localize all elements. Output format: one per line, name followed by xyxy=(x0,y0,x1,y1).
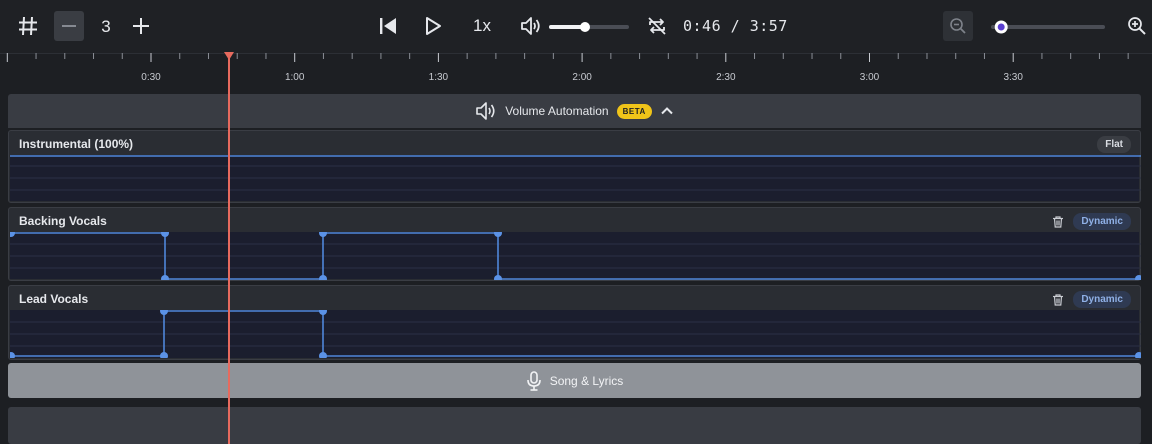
dynamic-mode-badge[interactable]: Dynamic xyxy=(1073,291,1131,308)
time-display: 0:46 / 3:57 xyxy=(683,17,788,35)
automation-lane-backing-vocals: Backing Vocals Dynamic xyxy=(7,207,1143,283)
plus-icon xyxy=(133,18,149,34)
volume-slider[interactable] xyxy=(549,20,631,34)
curve-point[interactable] xyxy=(319,352,327,360)
ruler-tick-label: 1:00 xyxy=(284,72,305,83)
decrease-button[interactable] xyxy=(54,11,84,41)
timeline-ruler[interactable]: 0:30 1:00 1:30 2:00 2:30 3:00 3:30 xyxy=(0,53,1152,93)
dynamic-mode-badge[interactable]: Dynamic xyxy=(1073,213,1131,230)
trash-icon[interactable] xyxy=(1052,216,1064,228)
ruler-tick-label: 3:30 xyxy=(1003,72,1023,83)
volume-handle[interactable] xyxy=(580,22,590,32)
zoom-slider[interactable] xyxy=(988,19,1108,35)
play-icon xyxy=(426,17,441,35)
loop-toggle-button[interactable] xyxy=(642,11,672,41)
zoom-in-icon xyxy=(1128,17,1146,35)
lane-plot-backing-vocals[interactable] xyxy=(7,229,1143,283)
lane-title: Lead Vocals xyxy=(19,292,89,306)
automation-lane-instrumental: Instrumental (100%) Flat xyxy=(8,130,1141,203)
playhead-handle[interactable] xyxy=(224,52,234,60)
song-lyrics-track[interactable]: Song & Lyrics xyxy=(8,363,1141,398)
automation-lane-lead-vocals: Lead Vocals Dynamic xyxy=(7,285,1143,360)
grid-toggle-button[interactable] xyxy=(13,11,43,41)
curve-point[interactable] xyxy=(160,307,168,315)
zoom-out-button[interactable] xyxy=(943,11,973,41)
lane-title: Instrumental (100%) xyxy=(19,137,134,151)
lane-title: Backing Vocals xyxy=(19,214,107,228)
chevron-up-icon[interactable] xyxy=(660,104,674,118)
curve-point[interactable] xyxy=(319,307,327,315)
increase-button[interactable] xyxy=(126,11,156,41)
minus-icon xyxy=(62,25,76,27)
curve-point[interactable] xyxy=(319,275,327,283)
ruler-tick-label: 3:00 xyxy=(859,72,880,83)
curve-point[interactable] xyxy=(7,229,15,237)
beta-badge: BETA xyxy=(616,103,652,119)
ruler-tick-label: 2:30 xyxy=(716,72,736,83)
volume-button[interactable] xyxy=(516,11,546,41)
hash-icon xyxy=(19,16,37,36)
ruler-tick-label: 2:00 xyxy=(572,72,592,83)
trash-icon[interactable] xyxy=(1052,294,1064,306)
playhead-line[interactable] xyxy=(228,53,230,444)
zoom-out-icon xyxy=(950,18,966,34)
volume-automation-header[interactable]: Volume Automation BETA xyxy=(8,94,1141,128)
lane-plot-lead-vocals[interactable] xyxy=(7,307,1143,360)
repeat-off-icon xyxy=(648,17,666,35)
lane-plot-instrumental[interactable] xyxy=(10,155,1141,201)
curve-point[interactable] xyxy=(160,352,168,360)
volume-fill xyxy=(549,25,585,29)
zoom-in-button[interactable] xyxy=(1122,11,1152,41)
microphone-icon xyxy=(526,370,541,391)
curve-point[interactable] xyxy=(161,275,169,283)
ruler-tick-label: 0:30 xyxy=(141,72,161,83)
song-lyrics-label: Song & Lyrics xyxy=(549,373,624,388)
curve-point[interactable] xyxy=(7,352,15,360)
speed-button[interactable]: 1x xyxy=(467,16,497,36)
skip-back-icon xyxy=(380,18,396,34)
skip-back-button[interactable] xyxy=(373,11,403,41)
volume-icon xyxy=(476,102,495,120)
curve-point[interactable] xyxy=(1135,275,1143,283)
count-value: 3 xyxy=(101,17,111,36)
curve-point[interactable] xyxy=(161,229,169,237)
curve-point[interactable] xyxy=(319,229,327,237)
volume-icon xyxy=(521,17,540,35)
toolbar: 3 1x 0:46 / 3:57 xyxy=(0,0,1152,54)
ruler-tick-label: 1:30 xyxy=(428,72,449,83)
empty-track[interactable] xyxy=(8,407,1141,444)
curve-point[interactable] xyxy=(1135,352,1143,360)
zoom-track xyxy=(991,25,1105,29)
zoom-handle-dot xyxy=(997,23,1005,31)
play-button[interactable] xyxy=(418,11,448,41)
curve-point[interactable] xyxy=(494,229,502,237)
automation-title: Volume Automation xyxy=(505,104,609,118)
flat-mode-badge[interactable]: Flat xyxy=(1097,136,1131,153)
curve-point[interactable] xyxy=(494,275,502,283)
